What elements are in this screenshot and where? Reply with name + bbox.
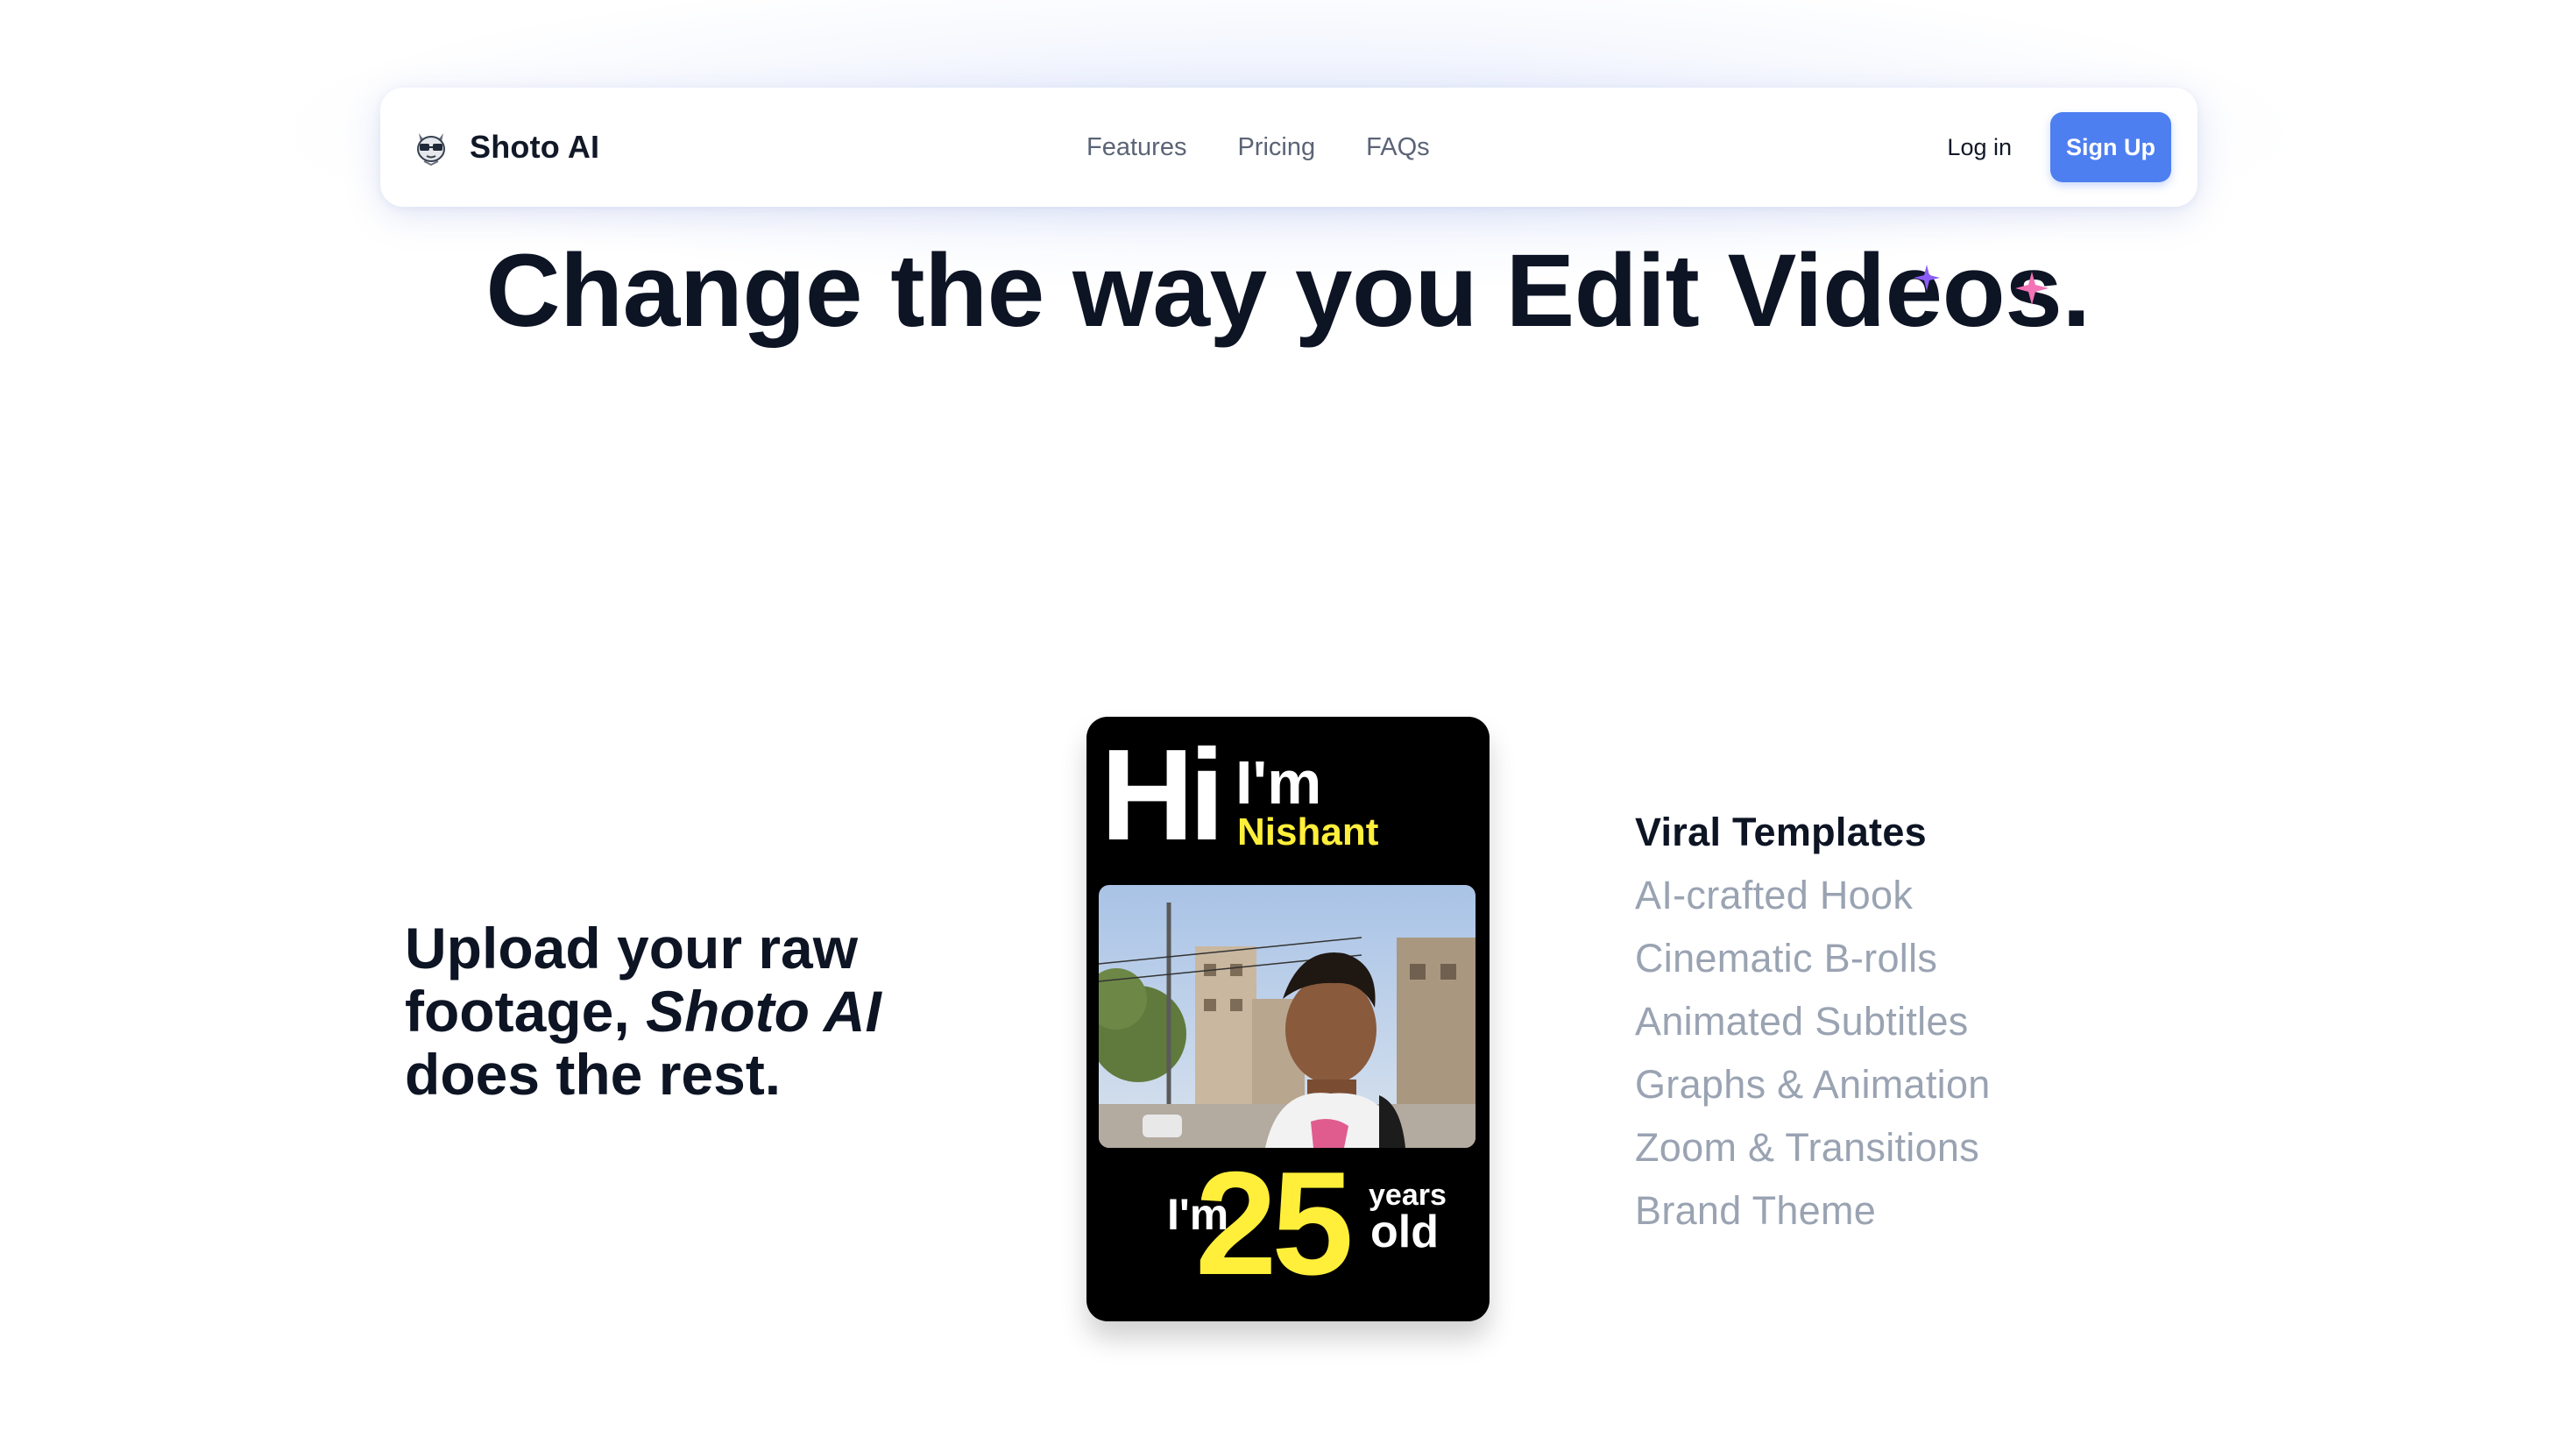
login-link[interactable]: Log in bbox=[1947, 134, 2012, 161]
caption-im-top: I'm bbox=[1235, 748, 1322, 817]
caption-hi: Hi bbox=[1100, 723, 1225, 867]
nav-links: Features Pricing FAQs bbox=[1086, 88, 1481, 207]
tagline-line-1: Upload your raw bbox=[405, 916, 859, 980]
sparkle-icon bbox=[2015, 272, 2049, 305]
landing-page: Shoto AI Features Pricing FAQs Log in Si… bbox=[0, 0, 2576, 1430]
hero-title: Change the way you Edit Videos. bbox=[485, 233, 2091, 349]
caption-age: 25 bbox=[1195, 1141, 1354, 1306]
caption-old: old bbox=[1370, 1207, 1439, 1257]
feature-item-cinematic-b-rolls[interactable]: Cinematic B-rolls bbox=[1635, 927, 1991, 990]
tagline-line-2: footage, Shoto AI bbox=[405, 980, 966, 1043]
signup-button[interactable]: Sign Up bbox=[2050, 112, 2171, 182]
feature-item-ai-crafted-hook[interactable]: AI-crafted Hook bbox=[1635, 864, 1991, 927]
feature-item-zoom-transitions[interactable]: Zoom & Transitions bbox=[1635, 1116, 1991, 1179]
nav-link-pricing[interactable]: Pricing bbox=[1237, 133, 1315, 162]
video-frame bbox=[1099, 885, 1476, 1148]
navbar: Shoto AI Features Pricing FAQs Log in Si… bbox=[380, 88, 2197, 207]
feature-item-graphs-animation[interactable]: Graphs & Animation bbox=[1635, 1053, 1991, 1116]
tagline-line-3: does the rest. bbox=[405, 1042, 782, 1107]
feature-item-brand-theme[interactable]: Brand Theme bbox=[1635, 1179, 1991, 1242]
tagline: Upload your raw footage, Shoto AI does t… bbox=[405, 917, 966, 1106]
brand-name: Shoto AI bbox=[470, 129, 600, 165]
brand[interactable]: Shoto AI bbox=[412, 88, 599, 207]
sparkle-icon bbox=[1914, 265, 1940, 291]
feature-item-animated-subtitles[interactable]: Animated Subtitles bbox=[1635, 990, 1991, 1053]
mascot-logo-icon bbox=[417, 133, 445, 166]
tagline-brand: Shoto AI bbox=[646, 979, 881, 1044]
feature-item-viral-templates[interactable]: Viral Templates bbox=[1635, 801, 1991, 864]
video-preview-card[interactable]: Hi I'm Nishant I'm 25 years old bbox=[1086, 717, 1490, 1321]
feature-list: Viral Templates AI-crafted Hook Cinemati… bbox=[1635, 801, 1991, 1242]
tagline-line-2-prefix: footage, bbox=[405, 979, 646, 1044]
nav-actions: Log in Sign Up bbox=[1947, 88, 2171, 207]
video-thumbnail bbox=[1099, 885, 1476, 1148]
caption-name: Nishant bbox=[1237, 811, 1379, 853]
nav-link-faqs[interactable]: FAQs bbox=[1366, 133, 1430, 162]
nav-link-features[interactable]: Features bbox=[1086, 133, 1186, 162]
